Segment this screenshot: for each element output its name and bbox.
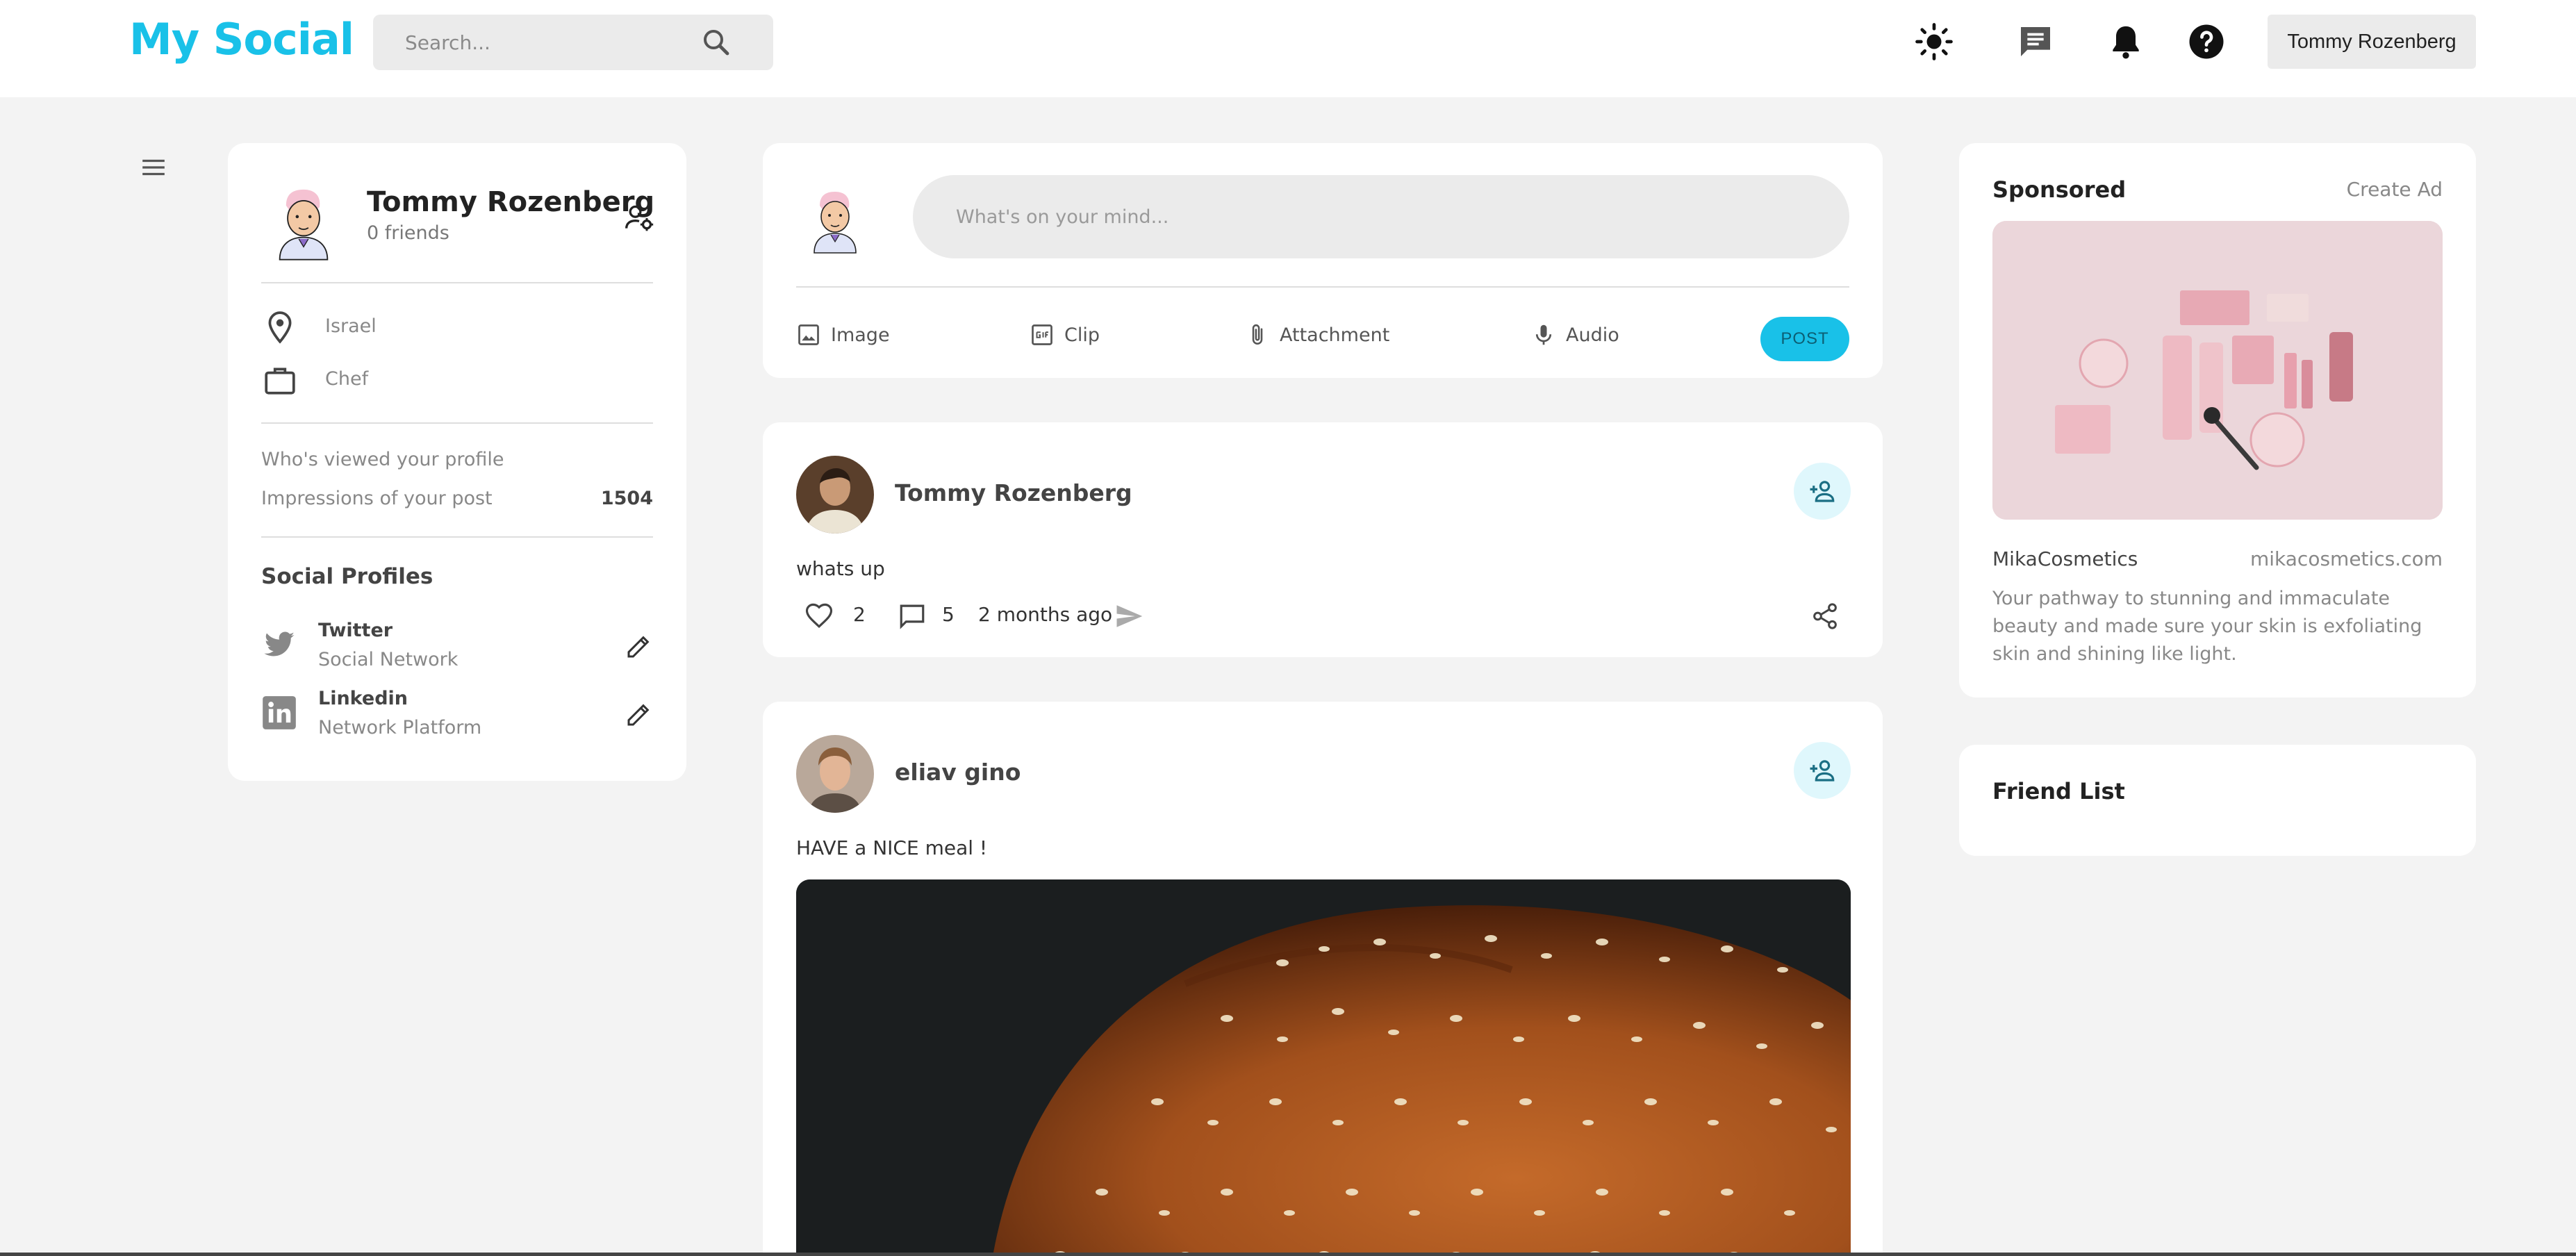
comment-count: 5	[942, 603, 955, 626]
add-attachment-button[interactable]: Attachment	[1245, 322, 1389, 347]
edit-linkedin-icon[interactable]	[625, 700, 653, 728]
social-profiles-title: Social Profiles	[261, 564, 434, 589]
ad-description: Your pathway to stunning and immaculate …	[1992, 588, 2422, 665]
divider	[261, 422, 653, 424]
post-author-avatar[interactable]	[796, 456, 874, 534]
divider	[261, 282, 653, 283]
share-icon[interactable]	[1810, 602, 1840, 631]
author-photo	[796, 735, 874, 813]
social-linkedin-sub: Network Platform	[318, 717, 482, 738]
bell-icon[interactable]	[2106, 22, 2145, 61]
help-icon[interactable]	[2187, 22, 2226, 61]
post-author-avatar[interactable]	[796, 735, 874, 813]
manage-accounts-icon[interactable]	[624, 203, 654, 233]
sun-icon[interactable]	[1915, 22, 1954, 61]
search-input[interactable]	[405, 15, 711, 70]
sponsored-title: Sponsored	[1992, 176, 2127, 203]
profile-occupation: Chef	[325, 368, 369, 390]
post-content: HAVE a NICE meal !	[796, 836, 988, 859]
post-button[interactable]: POST	[1760, 317, 1849, 361]
composer-avatar	[814, 192, 857, 254]
profile-avatar[interactable]	[271, 185, 336, 261]
image-tool-label: Image	[831, 324, 890, 346]
ad-image[interactable]	[1992, 221, 2443, 520]
profile-views-label: Who's viewed your profile	[261, 449, 504, 470]
like-heart-icon[interactable]	[804, 602, 834, 631]
app-logo[interactable]: My Social	[129, 14, 354, 65]
audio-tool-label: Audio	[1566, 324, 1619, 346]
divider	[796, 286, 1849, 288]
author-photo	[796, 456, 874, 534]
user-menu-button[interactable]: Tommy Rozenberg	[2268, 15, 2476, 69]
social-twitter-name[interactable]: Twitter	[318, 620, 393, 641]
add-friend-button[interactable]	[1794, 742, 1851, 799]
post-composer: Image Clip Attachment Audio POST	[763, 143, 1883, 378]
sponsored-card: Sponsored Create Ad MikaCosmetics mikaco…	[1959, 143, 2476, 697]
divider	[261, 536, 653, 538]
ad-url[interactable]: mikacosmetics.com	[2250, 547, 2443, 570]
friend-count: 0 friends	[367, 222, 449, 244]
attachment-tool-label: Attachment	[1280, 324, 1390, 346]
comment-icon[interactable]	[898, 602, 927, 631]
social-linkedin-name[interactable]: Linkedin	[318, 688, 408, 709]
twitter-icon	[264, 631, 295, 656]
post-image[interactable]	[796, 879, 1851, 1256]
ad-brand-name[interactable]: MikaCosmetics	[1992, 547, 2138, 570]
send-icon[interactable]	[1114, 602, 1143, 631]
add-image-button[interactable]: Image	[796, 322, 890, 347]
image-icon	[798, 324, 819, 345]
friend-list-card: Friend List	[1959, 745, 2476, 856]
feed-post: Tommy Rozenberg whats up 2 5 2 months ag…	[763, 422, 1883, 657]
cosmetics-product-photo	[1992, 221, 2443, 520]
post-text-input[interactable]	[913, 175, 1849, 258]
message-icon[interactable]	[2016, 22, 2055, 61]
paperclip-icon	[1252, 324, 1263, 345]
post-author-name[interactable]: eliav gino	[895, 759, 1021, 786]
search-bar	[373, 15, 773, 70]
clip-tool-label: Clip	[1064, 324, 1100, 346]
post-impressions-value: 1504	[600, 488, 653, 509]
friend-list-title: Friend List	[1992, 778, 2125, 804]
create-ad-link[interactable]: Create Ad	[2347, 178, 2443, 201]
hamburger-menu-icon[interactable]	[140, 154, 167, 181]
post-content: whats up	[796, 557, 885, 580]
post-impressions-label: Impressions of your post	[261, 488, 493, 509]
profile-location: Israel	[325, 315, 377, 337]
profile-name[interactable]: Tommy Rozenberg	[367, 186, 654, 218]
profile-card: Tommy Rozenberg 0 friends Israel Chef Wh…	[228, 143, 686, 781]
like-count: 2	[853, 603, 866, 626]
edit-twitter-icon[interactable]	[625, 632, 653, 660]
add-friend-button[interactable]	[1794, 463, 1851, 520]
microphone-icon	[1535, 324, 1552, 345]
burger-bun-photo	[796, 879, 1851, 1256]
feed-post: eliav gino HAVE a NICE meal !	[763, 702, 1883, 1256]
add-clip-button[interactable]: Clip	[1030, 322, 1100, 347]
gif-box-icon	[1032, 324, 1052, 345]
post-author-name[interactable]: Tommy Rozenberg	[895, 479, 1132, 506]
search-icon[interactable]	[700, 26, 733, 59]
user-menu-label: Tommy Rozenberg	[2287, 30, 2457, 53]
location-pin-icon	[268, 311, 292, 344]
add-audio-button[interactable]: Audio	[1531, 322, 1619, 347]
top-navbar: My Social Tommy Rozenberg	[0, 0, 2576, 97]
person-add-icon	[1810, 760, 1835, 782]
social-twitter-sub: Social Network	[318, 649, 459, 670]
briefcase-icon	[265, 367, 295, 395]
person-add-icon	[1810, 481, 1835, 502]
post-timestamp: 2 months ago	[978, 603, 1113, 626]
window-bottom-edge	[0, 1253, 2576, 1256]
linkedin-icon	[263, 696, 296, 729]
